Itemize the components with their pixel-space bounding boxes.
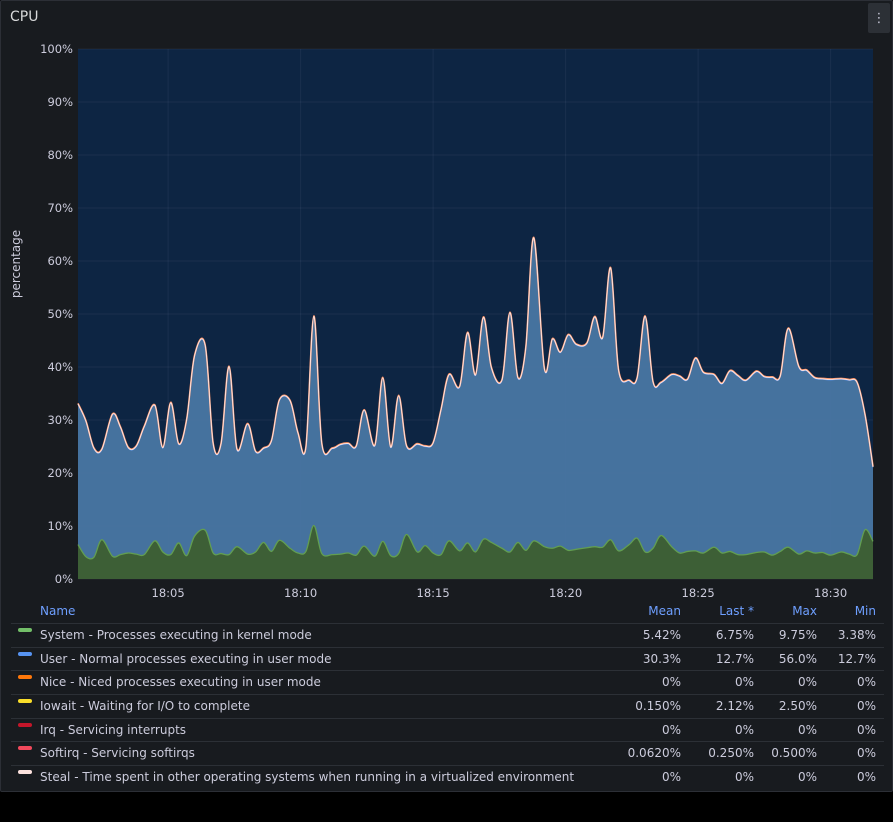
x-tick-label: 18:30 <box>814 586 847 600</box>
legend-series-name[interactable]: System - Processes executing in kernel m… <box>40 628 312 642</box>
legend-min-value: 0% <box>856 675 876 690</box>
legend-min-value: 0% <box>856 722 876 737</box>
legend-row[interactable]: Steal - Time spent in other operating sy… <box>11 765 884 789</box>
x-tick-label: 18:05 <box>152 586 185 600</box>
legend-last-value: 0.250% <box>708 746 754 761</box>
legend-last-value: 12.7% <box>715 651 754 666</box>
series-color-swatch <box>18 746 32 751</box>
y-tick-label: 20% <box>47 466 73 480</box>
legend-row[interactable]: User - Normal processes executing in use… <box>11 646 884 671</box>
legend-min-value: 0% <box>856 746 876 761</box>
legend-mean-value: 0% <box>661 722 681 737</box>
legend-max-value: 0% <box>797 675 817 690</box>
legend-header: Name Mean Last * Max Min <box>11 602 884 623</box>
series-color-swatch <box>18 770 32 775</box>
legend-min-value: 0% <box>856 770 876 785</box>
legend-mean-value: 0.0620% <box>627 746 681 761</box>
x-tick-label: 18:20 <box>549 586 582 600</box>
legend-mean-value: 5.42% <box>642 628 681 642</box>
legend-series-name[interactable]: Steal - Time spent in other operating sy… <box>40 770 574 784</box>
legend-last-value: 6.75% <box>715 628 754 642</box>
y-tick-label: 80% <box>47 148 73 162</box>
y-tick-label: 30% <box>47 413 73 427</box>
legend-max-value: 0% <box>797 722 817 737</box>
series-color-swatch <box>18 628 32 632</box>
legend-mean-value: 0% <box>661 770 681 785</box>
legend-last-value: 2.12% <box>715 699 754 714</box>
series-color-swatch <box>18 699 32 704</box>
legend-last-value: 0% <box>734 770 754 785</box>
legend-series-name[interactable]: User - Normal processes executing in use… <box>40 652 331 666</box>
legend-min-value: 0% <box>856 699 876 714</box>
series-color-swatch <box>18 651 32 656</box>
legend-max-value: 0.500% <box>771 746 817 761</box>
legend-header-max[interactable]: Max <box>792 604 817 618</box>
legend-table: Name Mean Last * Max Min System - Proces… <box>11 602 884 789</box>
legend-last-value: 0% <box>734 722 754 737</box>
y-tick-label: 10% <box>47 519 73 533</box>
x-axis: 18:05 18:10 18:15 18:20 18:25 18:30 <box>152 586 848 600</box>
x-tick-label: 18:10 <box>284 586 317 600</box>
legend-header-mean[interactable]: Mean <box>648 604 681 618</box>
y-axis-label: percentage <box>9 230 23 298</box>
legend-header-last[interactable]: Last * <box>719 604 754 618</box>
legend-row[interactable]: Nice - Niced processes executing in user… <box>11 670 884 694</box>
legend-series-name[interactable]: Nice - Niced processes executing in user… <box>40 675 321 689</box>
legend-max-value: 56.0% <box>778 651 817 666</box>
y-tick-label: 100% <box>40 42 73 56</box>
cpu-chart[interactable]: 0%10%20%30%40%50%60%70%80%90%100% 18:05 1… <box>1 1 892 601</box>
legend-header-min[interactable]: Min <box>855 604 876 618</box>
series-color-swatch <box>18 675 32 680</box>
series-color-swatch <box>18 722 32 727</box>
legend-series-name[interactable]: Irq - Servicing interrupts <box>40 723 186 737</box>
legend-row[interactable]: Iowait - Waiting for I/O to complete 0.15… <box>11 694 884 718</box>
legend-row[interactable]: System - Processes executing in kernel m… <box>11 623 884 647</box>
legend-row[interactable]: Softirq - Servicing softirqs 0.0620% 0.250… <box>11 741 884 765</box>
legend-max-value: 2.50% <box>778 699 817 714</box>
legend-max-value: 9.75% <box>778 628 817 642</box>
x-tick-label: 18:15 <box>417 586 450 600</box>
legend-row[interactable]: Irq - Servicing interrupts 0% 0% 0% 0% <box>11 717 884 742</box>
legend-mean-value: 0.150% <box>635 699 681 714</box>
y-tick-label: 60% <box>47 254 73 268</box>
cpu-panel: CPU ⋮ 0% 10% 20% 30% 40% 50% 60% 70% 80% 90% 100% … <box>0 0 893 792</box>
y-tick-label: 40% <box>47 360 73 374</box>
y-axis: 0% 10% 20% 30% 40% 50% 60% 70% 80% 90% 100% <box>40 42 73 586</box>
y-tick-label: 50% <box>47 307 73 321</box>
x-tick-label: 18:25 <box>682 586 715 600</box>
y-tick-label: 70% <box>47 201 73 215</box>
y-tick-label: 90% <box>47 95 73 109</box>
legend-mean-value: 0% <box>661 675 681 690</box>
legend-series-name[interactable]: Softirq - Servicing softirqs <box>40 746 195 760</box>
legend-series-name[interactable]: Iowait - Waiting for I/O to complete <box>40 699 250 713</box>
legend-header-name[interactable]: Name <box>40 604 75 618</box>
legend-last-value: 0% <box>734 675 754 690</box>
legend-max-value: 0% <box>797 770 817 785</box>
y-tick-label: 0% <box>55 572 73 586</box>
legend-min-value: 3.38% <box>837 628 876 642</box>
legend-mean-value: 30.3% <box>642 651 681 666</box>
legend-min-value: 12.7% <box>837 651 876 666</box>
